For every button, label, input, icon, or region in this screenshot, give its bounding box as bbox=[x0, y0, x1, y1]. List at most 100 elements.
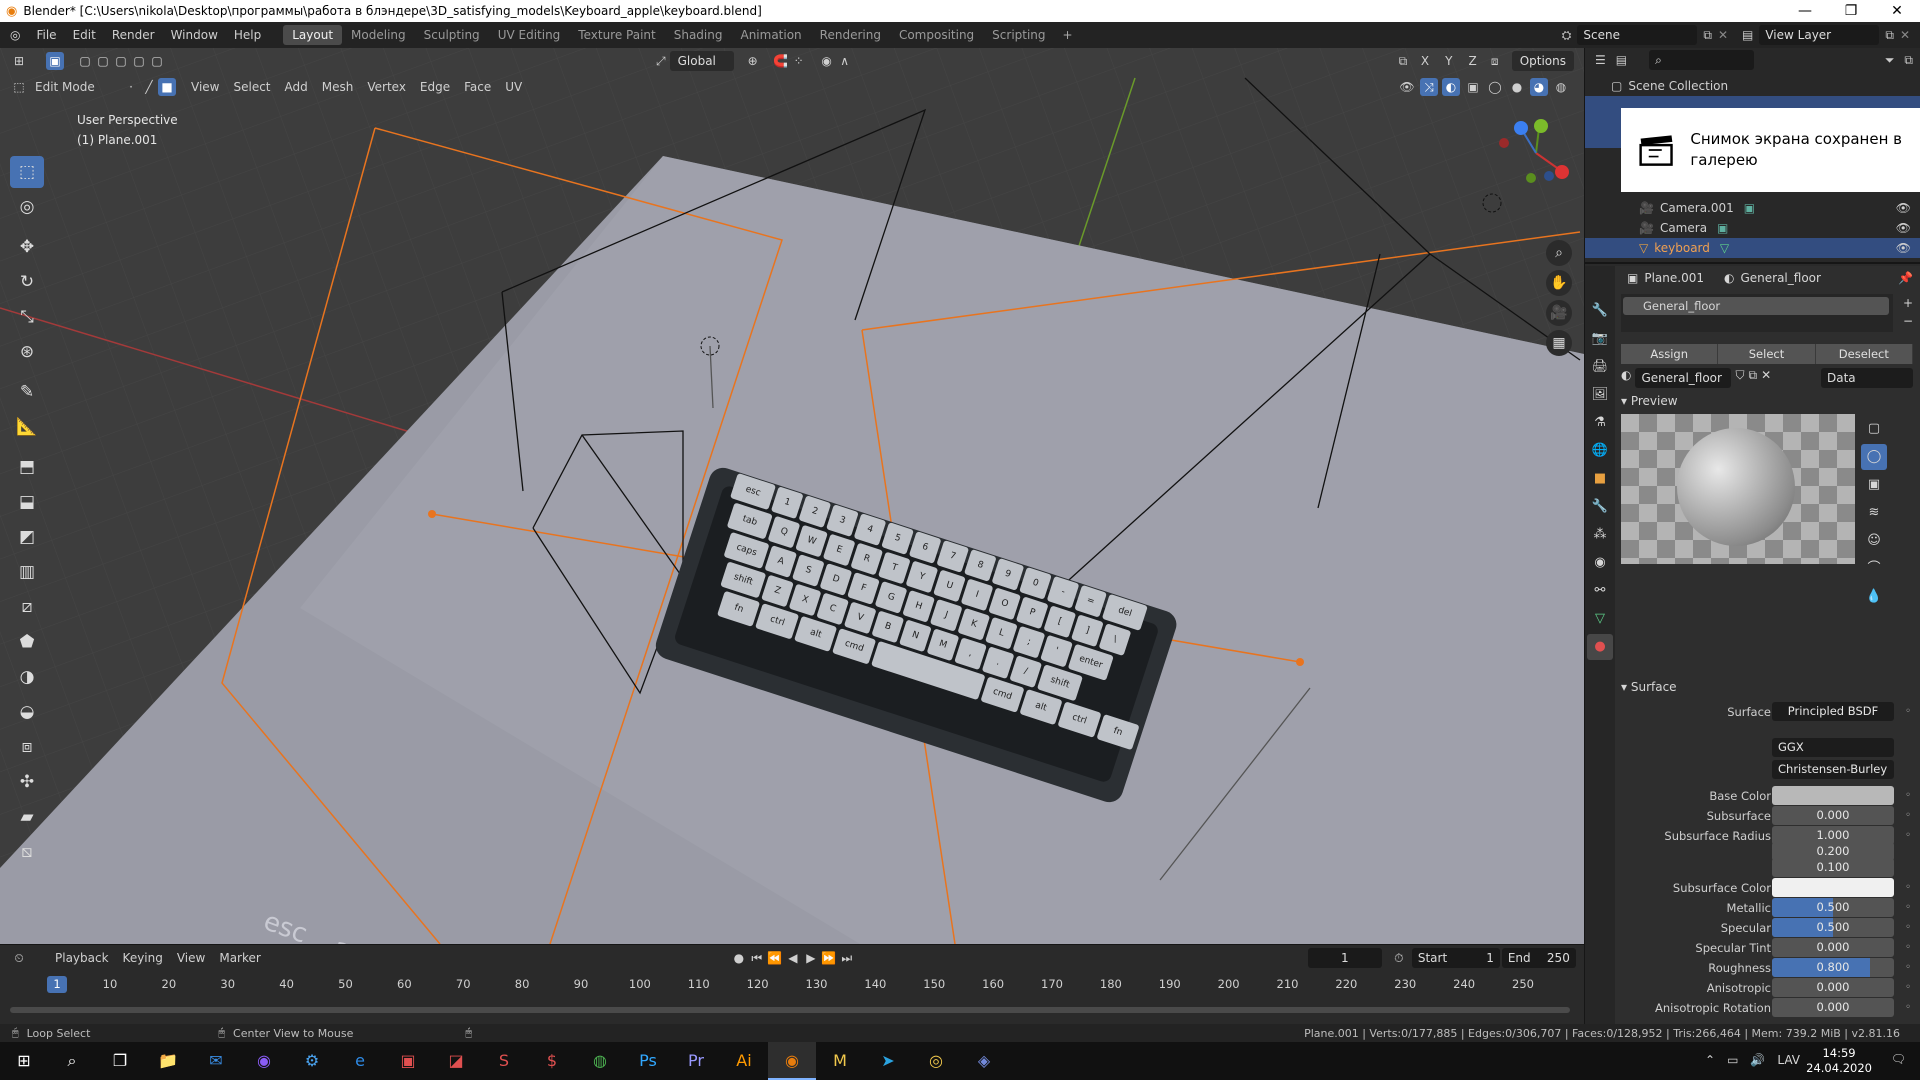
pivot-icon[interactable]: ⊕ bbox=[744, 52, 762, 70]
jump-end-icon[interactable]: ⏭ bbox=[838, 949, 856, 967]
notifications-icon[interactable]: 🗨 bbox=[1891, 1052, 1906, 1066]
tab-sculpting[interactable]: Sculpting bbox=[415, 25, 489, 45]
fake-user-icon[interactable]: ⛉ bbox=[1735, 368, 1744, 388]
shader-field-value[interactable] bbox=[1772, 786, 1894, 805]
current-frame-field[interactable]: 1 bbox=[1307, 948, 1382, 968]
material-slot-item[interactable]: General_floor bbox=[1623, 297, 1889, 315]
keyframe-dot-icon[interactable]: ◦ bbox=[1905, 806, 1911, 826]
blender-menu-icon[interactable]: ◎ bbox=[0, 28, 28, 42]
distribution-dropdown[interactable]: GGX bbox=[1772, 738, 1894, 757]
subsurface-method-dropdown[interactable]: Christensen-Burley bbox=[1772, 760, 1894, 779]
playback-menu[interactable]: Playback bbox=[48, 951, 116, 965]
surface-section-header[interactable]: ▾ Surface bbox=[1621, 680, 1677, 694]
visibility-eye-icon[interactable]: 👁 bbox=[1896, 201, 1911, 215]
new-view-layer-icon[interactable]: ⧉ bbox=[1885, 28, 1894, 43]
xray-icon[interactable]: ▣ bbox=[1464, 78, 1482, 96]
menu-add[interactable]: Add bbox=[278, 80, 315, 94]
modifier-tab-icon[interactable]: 🔧 bbox=[1587, 494, 1613, 520]
preview-sphere-icon[interactable]: ◯ bbox=[1861, 444, 1887, 470]
keyframe-dot-icon[interactable]: ◦ bbox=[1905, 918, 1911, 938]
edge-slide-tool-icon[interactable]: ⧈ bbox=[10, 731, 44, 763]
surface-shader-field[interactable]: Principled BSDF bbox=[1772, 702, 1894, 721]
scene-collection-row[interactable]: ▢ Scene Collection bbox=[1585, 76, 1920, 96]
select-box-icon[interactable]: ▣ bbox=[46, 52, 64, 70]
physics-tab-icon[interactable]: ◉ bbox=[1587, 550, 1613, 576]
app-m-icon[interactable]: M bbox=[816, 1042, 864, 1080]
shader-field-value[interactable] bbox=[1772, 878, 1894, 897]
edge-browser-icon[interactable]: e bbox=[336, 1042, 384, 1080]
tray-chevron-icon[interactable]: ⌃ bbox=[1705, 1053, 1715, 1067]
snap-icon[interactable]: 🧲 bbox=[772, 52, 790, 70]
shrink-fatten-tool-icon[interactable]: ✣ bbox=[10, 766, 44, 798]
menu-select[interactable]: Select bbox=[226, 80, 277, 94]
spin-tool-icon[interactable]: ◑ bbox=[10, 661, 44, 693]
move-tool-icon[interactable]: ✥ bbox=[10, 231, 44, 263]
keyframe-dot-icon[interactable]: ◦ bbox=[1905, 978, 1911, 998]
start-frame-field[interactable]: Start 1 bbox=[1411, 948, 1500, 968]
photoshop-icon[interactable]: Ps bbox=[624, 1042, 672, 1080]
outliner-item-camera[interactable]: 🎥 Camera ▣ 👁 bbox=[1585, 218, 1920, 238]
zoom-icon[interactable]: ⌕ bbox=[1546, 240, 1572, 266]
material-browse-icon[interactable]: ◐ bbox=[1621, 368, 1631, 388]
vertex-select-icon[interactable]: · bbox=[122, 78, 140, 96]
jump-start-icon[interactable]: ⏮ bbox=[748, 949, 766, 967]
filter-icon[interactable]: ⏷ bbox=[1885, 53, 1895, 68]
gizmo-icon[interactable]: ⤨ bbox=[1420, 78, 1438, 96]
tab-animation[interactable]: Animation bbox=[731, 25, 810, 45]
visibility-eye-icon[interactable]: 👁 bbox=[1896, 241, 1911, 255]
mail-icon[interactable]: ✉ bbox=[192, 1042, 240, 1080]
minimize-button[interactable]: — bbox=[1782, 3, 1828, 19]
bevel-tool-icon[interactable]: ◩ bbox=[10, 521, 44, 553]
proportional-edit-icon[interactable]: ◉ bbox=[818, 52, 836, 70]
shader-field-value[interactable]: 0.800 bbox=[1772, 958, 1894, 977]
prev-keyframe-icon[interactable]: ⏪ bbox=[766, 949, 784, 967]
editor-type-icon[interactable]: ⊞ bbox=[10, 52, 28, 70]
menu-window[interactable]: Window bbox=[163, 28, 226, 42]
marker-menu[interactable]: Marker bbox=[212, 951, 267, 965]
snap-target-icon[interactable]: ⁘ bbox=[790, 52, 808, 70]
select-mode-subtract-icon[interactable]: ▢ bbox=[112, 52, 130, 70]
keyframe-dot-icon[interactable]: ◦ bbox=[1905, 786, 1911, 806]
app-red-3-icon[interactable]: S bbox=[480, 1042, 528, 1080]
close-button[interactable]: ✕ bbox=[1874, 3, 1920, 19]
loop-cut-tool-icon[interactable]: ▥ bbox=[10, 556, 44, 588]
view-layer-field[interactable]: View Layer bbox=[1759, 25, 1880, 45]
app-blue-icon[interactable]: ⚙ bbox=[288, 1042, 336, 1080]
display-mode-icon[interactable]: ▤ bbox=[1616, 53, 1627, 67]
constraints-tab-icon[interactable]: ⚯ bbox=[1587, 578, 1613, 604]
shader-field-value[interactable]: 0.500 bbox=[1772, 918, 1894, 937]
cursor-tool-icon[interactable]: ◎ bbox=[10, 191, 44, 223]
mirror-y-toggle[interactable]: Y bbox=[1438, 54, 1459, 68]
outliner-search-input[interactable]: ⌕ bbox=[1649, 50, 1755, 70]
object-tab-icon[interactable]: ■ bbox=[1587, 466, 1613, 492]
app-purple-icon[interactable]: ◉ bbox=[240, 1042, 288, 1080]
select-mode-intersect-icon[interactable]: ▢ bbox=[148, 52, 166, 70]
mode-dropdown[interactable]: Edit Mode bbox=[28, 80, 116, 94]
3d-viewport[interactable]: esc 1 esc1234567890-=deltabQWERTYUIOP[]\… bbox=[0, 48, 1584, 944]
measure-tool-icon[interactable]: 📐 bbox=[10, 411, 44, 443]
menu-file[interactable]: File bbox=[28, 28, 64, 42]
output-tab-icon[interactable]: 🖨 bbox=[1587, 354, 1613, 380]
transform-tool-icon[interactable]: ⊛ bbox=[10, 336, 44, 368]
preview-cloth-icon[interactable]: ⌒ bbox=[1861, 556, 1887, 582]
app-green-icon[interactable]: ◍ bbox=[576, 1042, 624, 1080]
app-red-2-icon[interactable]: ◪ bbox=[432, 1042, 480, 1080]
shader-field-value[interactable]: 0.500 bbox=[1772, 898, 1894, 917]
surface-link-icon[interactable]: ◦ bbox=[1905, 702, 1911, 722]
world-tab-icon[interactable]: 🌐 bbox=[1587, 438, 1613, 464]
wireframe-shading-icon[interactable]: ◯ bbox=[1486, 78, 1504, 96]
chrome-icon[interactable]: ◎ bbox=[912, 1042, 960, 1080]
tab-scripting[interactable]: Scripting bbox=[983, 25, 1054, 45]
discord-icon[interactable]: ◈ bbox=[960, 1042, 1008, 1080]
visibility-icon[interactable]: 👁 bbox=[1398, 78, 1416, 96]
remove-slot-icon[interactable]: − bbox=[1903, 314, 1913, 328]
stopwatch-icon[interactable]: ⏱ bbox=[1390, 949, 1408, 967]
new-collection-icon[interactable]: ⧉ bbox=[1904, 53, 1920, 68]
tab-layout[interactable]: Layout bbox=[283, 25, 343, 45]
play-reverse-icon[interactable]: ◀ bbox=[784, 949, 802, 967]
tool-tab-icon[interactable]: 🔧 bbox=[1587, 298, 1613, 324]
falloff-icon[interactable]: ∧ bbox=[836, 52, 854, 70]
render-tab-icon[interactable]: 📷 bbox=[1587, 326, 1613, 352]
shader-field-value[interactable]: 0.100 bbox=[1772, 858, 1894, 877]
screenshot-saved-toast[interactable]: Снимок экрана сохранен в галерею bbox=[1621, 108, 1920, 192]
